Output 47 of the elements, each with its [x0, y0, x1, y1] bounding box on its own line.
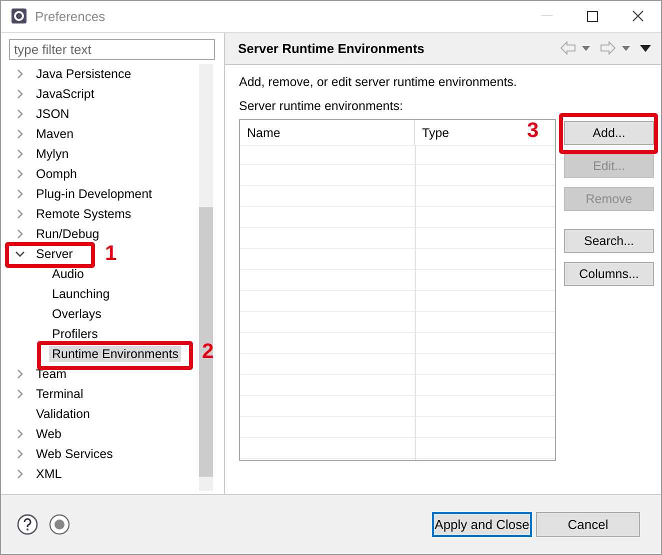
back-arrow-icon[interactable] [560, 41, 576, 56]
column-header[interactable]: Name [240, 120, 415, 145]
tree-item[interactable]: Plug-in Development [33, 186, 156, 202]
tree-item[interactable]: JSON [33, 106, 72, 122]
tree-item[interactable]: JavaScript [33, 86, 98, 102]
step-number: 3 [527, 120, 539, 141]
tree-item[interactable]: XML [33, 466, 65, 482]
filter-field[interactable]: type filter text [9, 38, 215, 60]
dropdown-icon[interactable] [622, 46, 630, 51]
tree-item[interactable]: Web [33, 426, 64, 442]
tree-item[interactable]: Web Services [33, 446, 116, 462]
tree-item[interactable]: Audio [49, 266, 87, 282]
dialog-button[interactable]: Cancel [536, 512, 640, 538]
tree-item[interactable]: Mylyn [33, 146, 72, 162]
step-number: 2 [202, 341, 214, 362]
forward-arrow-icon[interactable] [600, 41, 616, 56]
app-icon [11, 8, 27, 24]
scrollbar[interactable] [199, 64, 213, 492]
tree-item[interactable]: Overlays [49, 306, 104, 322]
tree-item[interactable]: Profilers [49, 326, 101, 342]
side-button[interactable]: Search... [564, 228, 654, 253]
tree-item[interactable]: Remote Systems [33, 206, 134, 222]
side-button[interactable]: Columns... [564, 262, 654, 286]
tree-item[interactable]: Team [33, 366, 70, 382]
column-header[interactable]: Type [415, 120, 456, 145]
tree-item[interactable]: Terminal [33, 386, 86, 402]
view-menu-icon[interactable] [640, 44, 651, 52]
dialog-button[interactable]: Apply and Close [432, 512, 532, 538]
record-icon[interactable] [49, 514, 70, 536]
dropdown-icon[interactable] [582, 46, 590, 51]
help-icon[interactable] [17, 514, 38, 536]
tree-item[interactable]: Launching [49, 286, 113, 302]
maximize-icon[interactable] [587, 10, 598, 22]
tree-item[interactable]: Validation [33, 406, 93, 422]
step-number: 1 [105, 243, 117, 264]
page-description: Add, remove, or edit server runtime environments. [239, 74, 518, 89]
tree-item[interactable]: Run/Debug [33, 226, 102, 242]
close-icon[interactable] [632, 10, 644, 22]
tree-item[interactable]: Oomph [33, 166, 80, 182]
tree-item[interactable]: Runtime Environments [49, 346, 182, 362]
tree-item[interactable]: Server [33, 246, 76, 262]
tree-item[interactable]: Java Persistence [33, 66, 134, 82]
page-title: Server Runtime Environments [238, 40, 426, 56]
window-title: Preferences [35, 8, 106, 24]
tree-item[interactable]: Maven [33, 126, 77, 142]
side-button[interactable]: Add... [564, 120, 654, 145]
list-label: Server runtime environments: [239, 98, 404, 113]
